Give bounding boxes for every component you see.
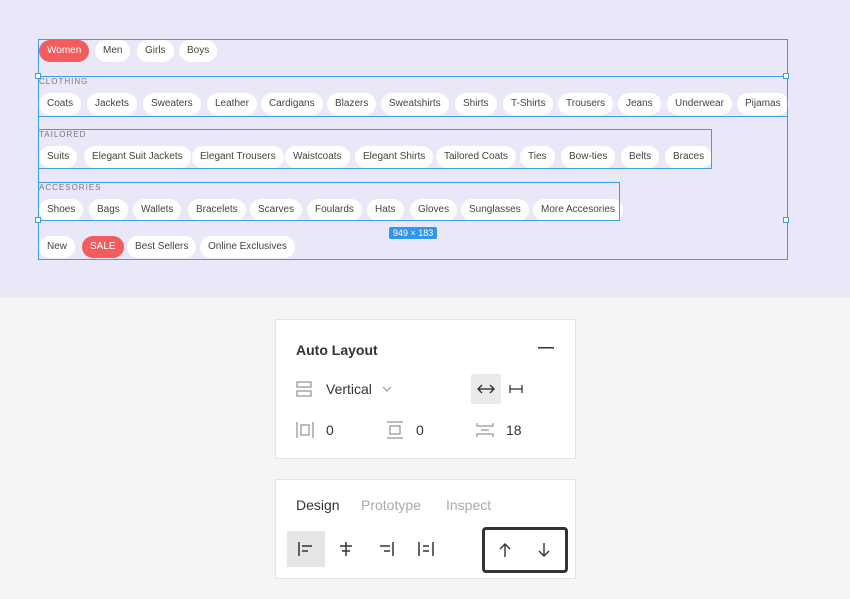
align-right-icon[interactable] bbox=[371, 531, 401, 567]
selection-row-accesories bbox=[38, 182, 620, 221]
fixed-width-icon[interactable] bbox=[506, 379, 526, 399]
hug-contents-icon[interactable] bbox=[471, 374, 501, 404]
design-panel: Design Prototype Inspect bbox=[275, 479, 576, 579]
vertical-layout-icon bbox=[294, 379, 314, 399]
align-center-icon[interactable] bbox=[331, 531, 361, 567]
selection-size-badge: 949 × 183 bbox=[389, 227, 438, 239]
tab-prototype[interactable]: Prototype bbox=[361, 497, 421, 513]
resize-handle[interactable] bbox=[783, 217, 789, 223]
selection-row-tailored bbox=[38, 129, 712, 169]
align-left-icon[interactable] bbox=[287, 531, 325, 567]
minus-icon[interactable] bbox=[534, 340, 558, 356]
resize-handle[interactable] bbox=[35, 217, 41, 223]
padding-horizontal-icon bbox=[294, 419, 316, 441]
reorder-buttons bbox=[482, 527, 568, 573]
selection-row-clothing bbox=[38, 76, 788, 117]
resize-handle[interactable] bbox=[783, 73, 789, 79]
arrow-down-icon[interactable] bbox=[532, 538, 556, 562]
spacing-value[interactable]: 18 bbox=[506, 422, 522, 438]
distribute-horizontal-icon[interactable] bbox=[411, 531, 441, 567]
padding-vertical-icon bbox=[384, 419, 406, 441]
arrow-up-icon[interactable] bbox=[493, 538, 517, 562]
resize-handle[interactable] bbox=[35, 73, 41, 79]
auto-layout-panel: Auto Layout Vertical 0 0 18 bbox=[275, 319, 576, 459]
auto-layout-title: Auto Layout bbox=[296, 342, 378, 358]
direction-select[interactable]: Vertical bbox=[326, 381, 372, 397]
tab-design[interactable]: Design bbox=[296, 497, 340, 513]
chevron-down-icon[interactable] bbox=[381, 383, 393, 395]
selection-row-women bbox=[38, 39, 788, 77]
tab-inspect[interactable]: Inspect bbox=[446, 497, 491, 513]
padding-vertical-value[interactable]: 0 bbox=[416, 422, 424, 438]
spacing-icon bbox=[474, 419, 496, 441]
padding-horizontal-value[interactable]: 0 bbox=[326, 422, 334, 438]
